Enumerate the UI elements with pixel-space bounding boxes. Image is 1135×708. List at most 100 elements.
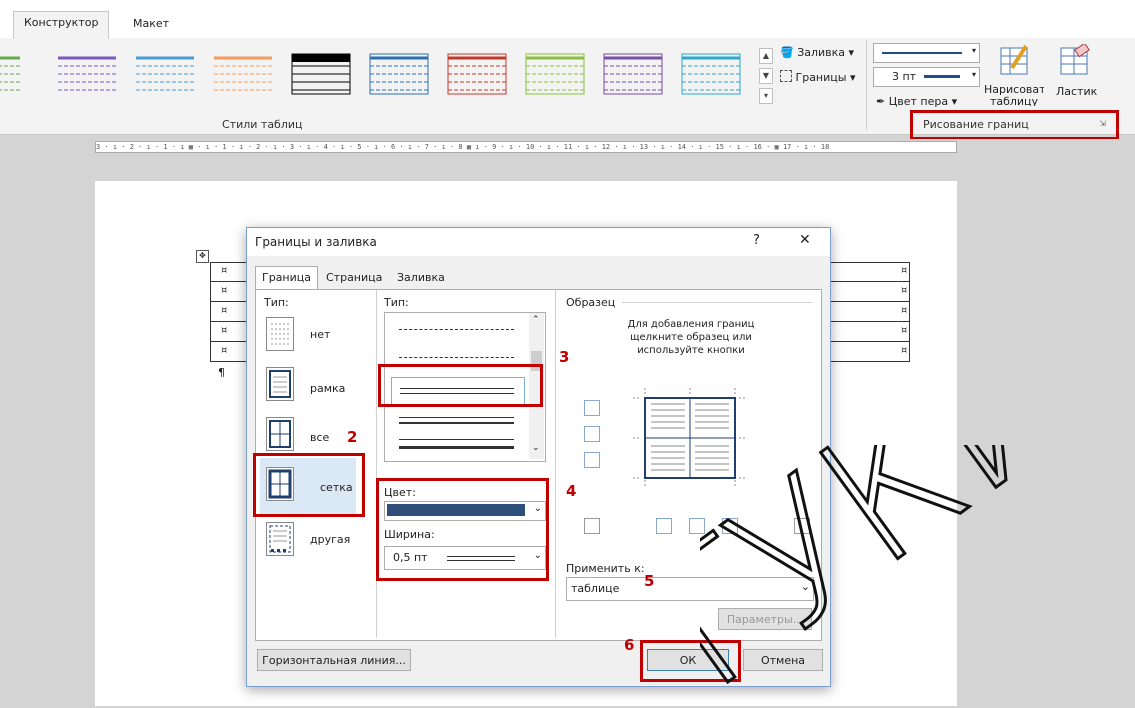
- setting-box-label[interactable]: рамка: [310, 382, 345, 395]
- table-style-thumbnail[interactable]: [212, 52, 274, 98]
- pen-weight-value: 3 пт: [892, 70, 917, 83]
- horizontal-line-button[interactable]: Горизонтальная линия...: [257, 649, 411, 671]
- eraser-icon[interactable]: [1058, 42, 1092, 78]
- tab-page-label: Страница: [326, 271, 383, 284]
- group-draw-label: Рисование границ: [923, 118, 1029, 131]
- step-number-2: 2: [347, 428, 358, 446]
- table-style-thumbnail[interactable]: [290, 52, 352, 98]
- preview-rule: [622, 302, 812, 303]
- line-style-thick-thin[interactable]: [399, 417, 514, 424]
- close-button[interactable]: ✕: [799, 232, 811, 248]
- step-number-3: 3: [559, 348, 570, 366]
- tab-border-label: Граница: [262, 271, 312, 284]
- cell-end-mark: ¤: [901, 345, 908, 356]
- cell-end-mark: ¤: [901, 325, 908, 336]
- table-style-thumbnail[interactable]: [56, 52, 118, 98]
- diagonal-up-border-button-icon[interactable]: [584, 518, 600, 534]
- cell-end-mark: ¤: [221, 345, 228, 356]
- dialog-titlebar: Границы и заливка ? ✕: [247, 228, 830, 256]
- borders-button[interactable]: Границы ▾: [780, 70, 855, 84]
- fill-button[interactable]: 🪣 Заливка ▾: [780, 46, 854, 59]
- setting-custom-label[interactable]: другая: [310, 533, 350, 546]
- gallery-more-button[interactable]: ▾: [759, 88, 773, 104]
- inside-horizontal-border-button-icon[interactable]: [584, 426, 600, 442]
- dialog-launcher-icon[interactable]: ⇲: [1099, 119, 1106, 128]
- ruler-scale[interactable]: 3 · ı · 2 · ı · 1 · ı ▦ · ı · 1 · ı · 2 …: [95, 141, 957, 153]
- group-divider: [866, 40, 867, 130]
- draw-borders-highlight: Рисование границ ⇲: [910, 110, 1119, 140]
- scroll-up-icon[interactable]: ⌃: [532, 315, 540, 325]
- pen-weight-line: [924, 75, 960, 78]
- tab-shading-label: Заливка: [397, 271, 445, 284]
- cell-end-mark: ¤: [901, 285, 908, 296]
- eraser-label[interactable]: Ластик: [1056, 85, 1097, 98]
- dialog-title: Границы и заливка: [255, 235, 377, 249]
- borders-label: Границы: [795, 71, 847, 84]
- line-style-dashdot[interactable]: [399, 329, 514, 330]
- help-button[interactable]: ?: [753, 233, 760, 248]
- setting-type-label: Тип:: [264, 296, 289, 309]
- table-style-thumbnail[interactable]: [602, 52, 664, 98]
- cell-end-mark: ¤: [901, 265, 908, 276]
- cell-end-mark: ¤: [221, 265, 228, 276]
- color-width-highlight: [376, 478, 549, 581]
- table-style-thumbnail[interactable]: [0, 52, 22, 98]
- tab-page[interactable]: Страница: [320, 267, 388, 289]
- tab-layout[interactable]: Макет: [123, 13, 179, 35]
- ruler: 3 · ı · 2 · ı · 1 · ı ▦ · ı · 1 · ı · 2 …: [0, 139, 1135, 153]
- ribbon: Конструктор Макет ▲ ▼ ▾ Стили таблиц 🪣 З…: [0, 0, 1135, 140]
- pen-style-select[interactable]: ▾: [873, 43, 980, 63]
- line-style-label: Тип:: [384, 296, 409, 309]
- grid-highlight: [253, 453, 365, 517]
- cell-end-mark: ¤: [221, 305, 228, 316]
- column-divider: [376, 290, 377, 638]
- draw-table-icon[interactable]: [998, 44, 1032, 78]
- table-style-thumbnail[interactable]: [680, 52, 742, 98]
- apply-to-value: таблице: [571, 582, 620, 595]
- table-style-thumbnail[interactable]: [134, 52, 196, 98]
- line-style-highlight: [378, 364, 543, 407]
- setting-all-icon[interactable]: [266, 417, 294, 451]
- setting-box-icon[interactable]: [266, 367, 294, 401]
- table-style-thumbnail[interactable]: [524, 52, 586, 98]
- step-number-5: 5: [644, 572, 655, 590]
- cell-end-mark: ¤: [221, 325, 228, 336]
- setting-none-icon[interactable]: [266, 317, 294, 351]
- setting-custom-icon[interactable]: [266, 522, 294, 556]
- setting-none-label[interactable]: нет: [310, 328, 330, 341]
- tab-border[interactable]: Граница: [255, 266, 319, 290]
- bottom-border-button-icon[interactable]: [584, 452, 600, 468]
- setting-all-label[interactable]: все: [310, 431, 329, 444]
- tab-constructor[interactable]: Конструктор: [13, 11, 110, 39]
- draw-table-label[interactable]: Нарисовать таблицу: [984, 84, 1044, 106]
- gallery-down-button[interactable]: ▼: [759, 68, 773, 84]
- pen-color-button[interactable]: ✒ Цвет пера ▾: [876, 95, 957, 108]
- group-styles-label: Стили таблиц: [222, 118, 303, 131]
- tab-layout-label: Макет: [133, 17, 170, 30]
- pen-weight-select[interactable]: 3 пт ▾: [873, 67, 980, 87]
- gallery-up-button[interactable]: ▲: [759, 48, 773, 64]
- scroll-down-icon[interactable]: ⌄: [532, 443, 540, 453]
- preview-hint: Для добавления границ щелкните образец и…: [627, 319, 755, 356]
- table-style-thumbnail[interactable]: [446, 52, 508, 98]
- top-border-button-icon[interactable]: [584, 400, 600, 416]
- cell-end-mark: ¤: [221, 285, 228, 296]
- paragraph-mark: ¶: [218, 366, 225, 379]
- watermark: ГУКИ: [611, 285, 1130, 708]
- watermark-text: ГУКИ: [700, 445, 1113, 705]
- line-style-dashdotdot[interactable]: [399, 357, 514, 358]
- line-style-thin-thick[interactable]: [399, 439, 514, 449]
- pen-color-label: Цвет пера: [888, 95, 949, 108]
- preview-label: Образец: [566, 296, 616, 309]
- pen-style-line: [882, 52, 962, 54]
- apply-to-label: Применить к:: [566, 562, 645, 575]
- column-divider: [555, 290, 556, 638]
- tab-shading[interactable]: Заливка: [391, 267, 451, 289]
- tab-constructor-label: Конструктор: [24, 16, 99, 29]
- pen-icon: ✒: [876, 95, 886, 108]
- borders-icon: [780, 70, 792, 82]
- cell-end-mark: ¤: [901, 305, 908, 316]
- table-style-thumbnail[interactable]: [368, 52, 430, 98]
- table-move-handle-icon[interactable]: ✥: [196, 250, 209, 263]
- left-border-button-icon[interactable]: [656, 518, 672, 534]
